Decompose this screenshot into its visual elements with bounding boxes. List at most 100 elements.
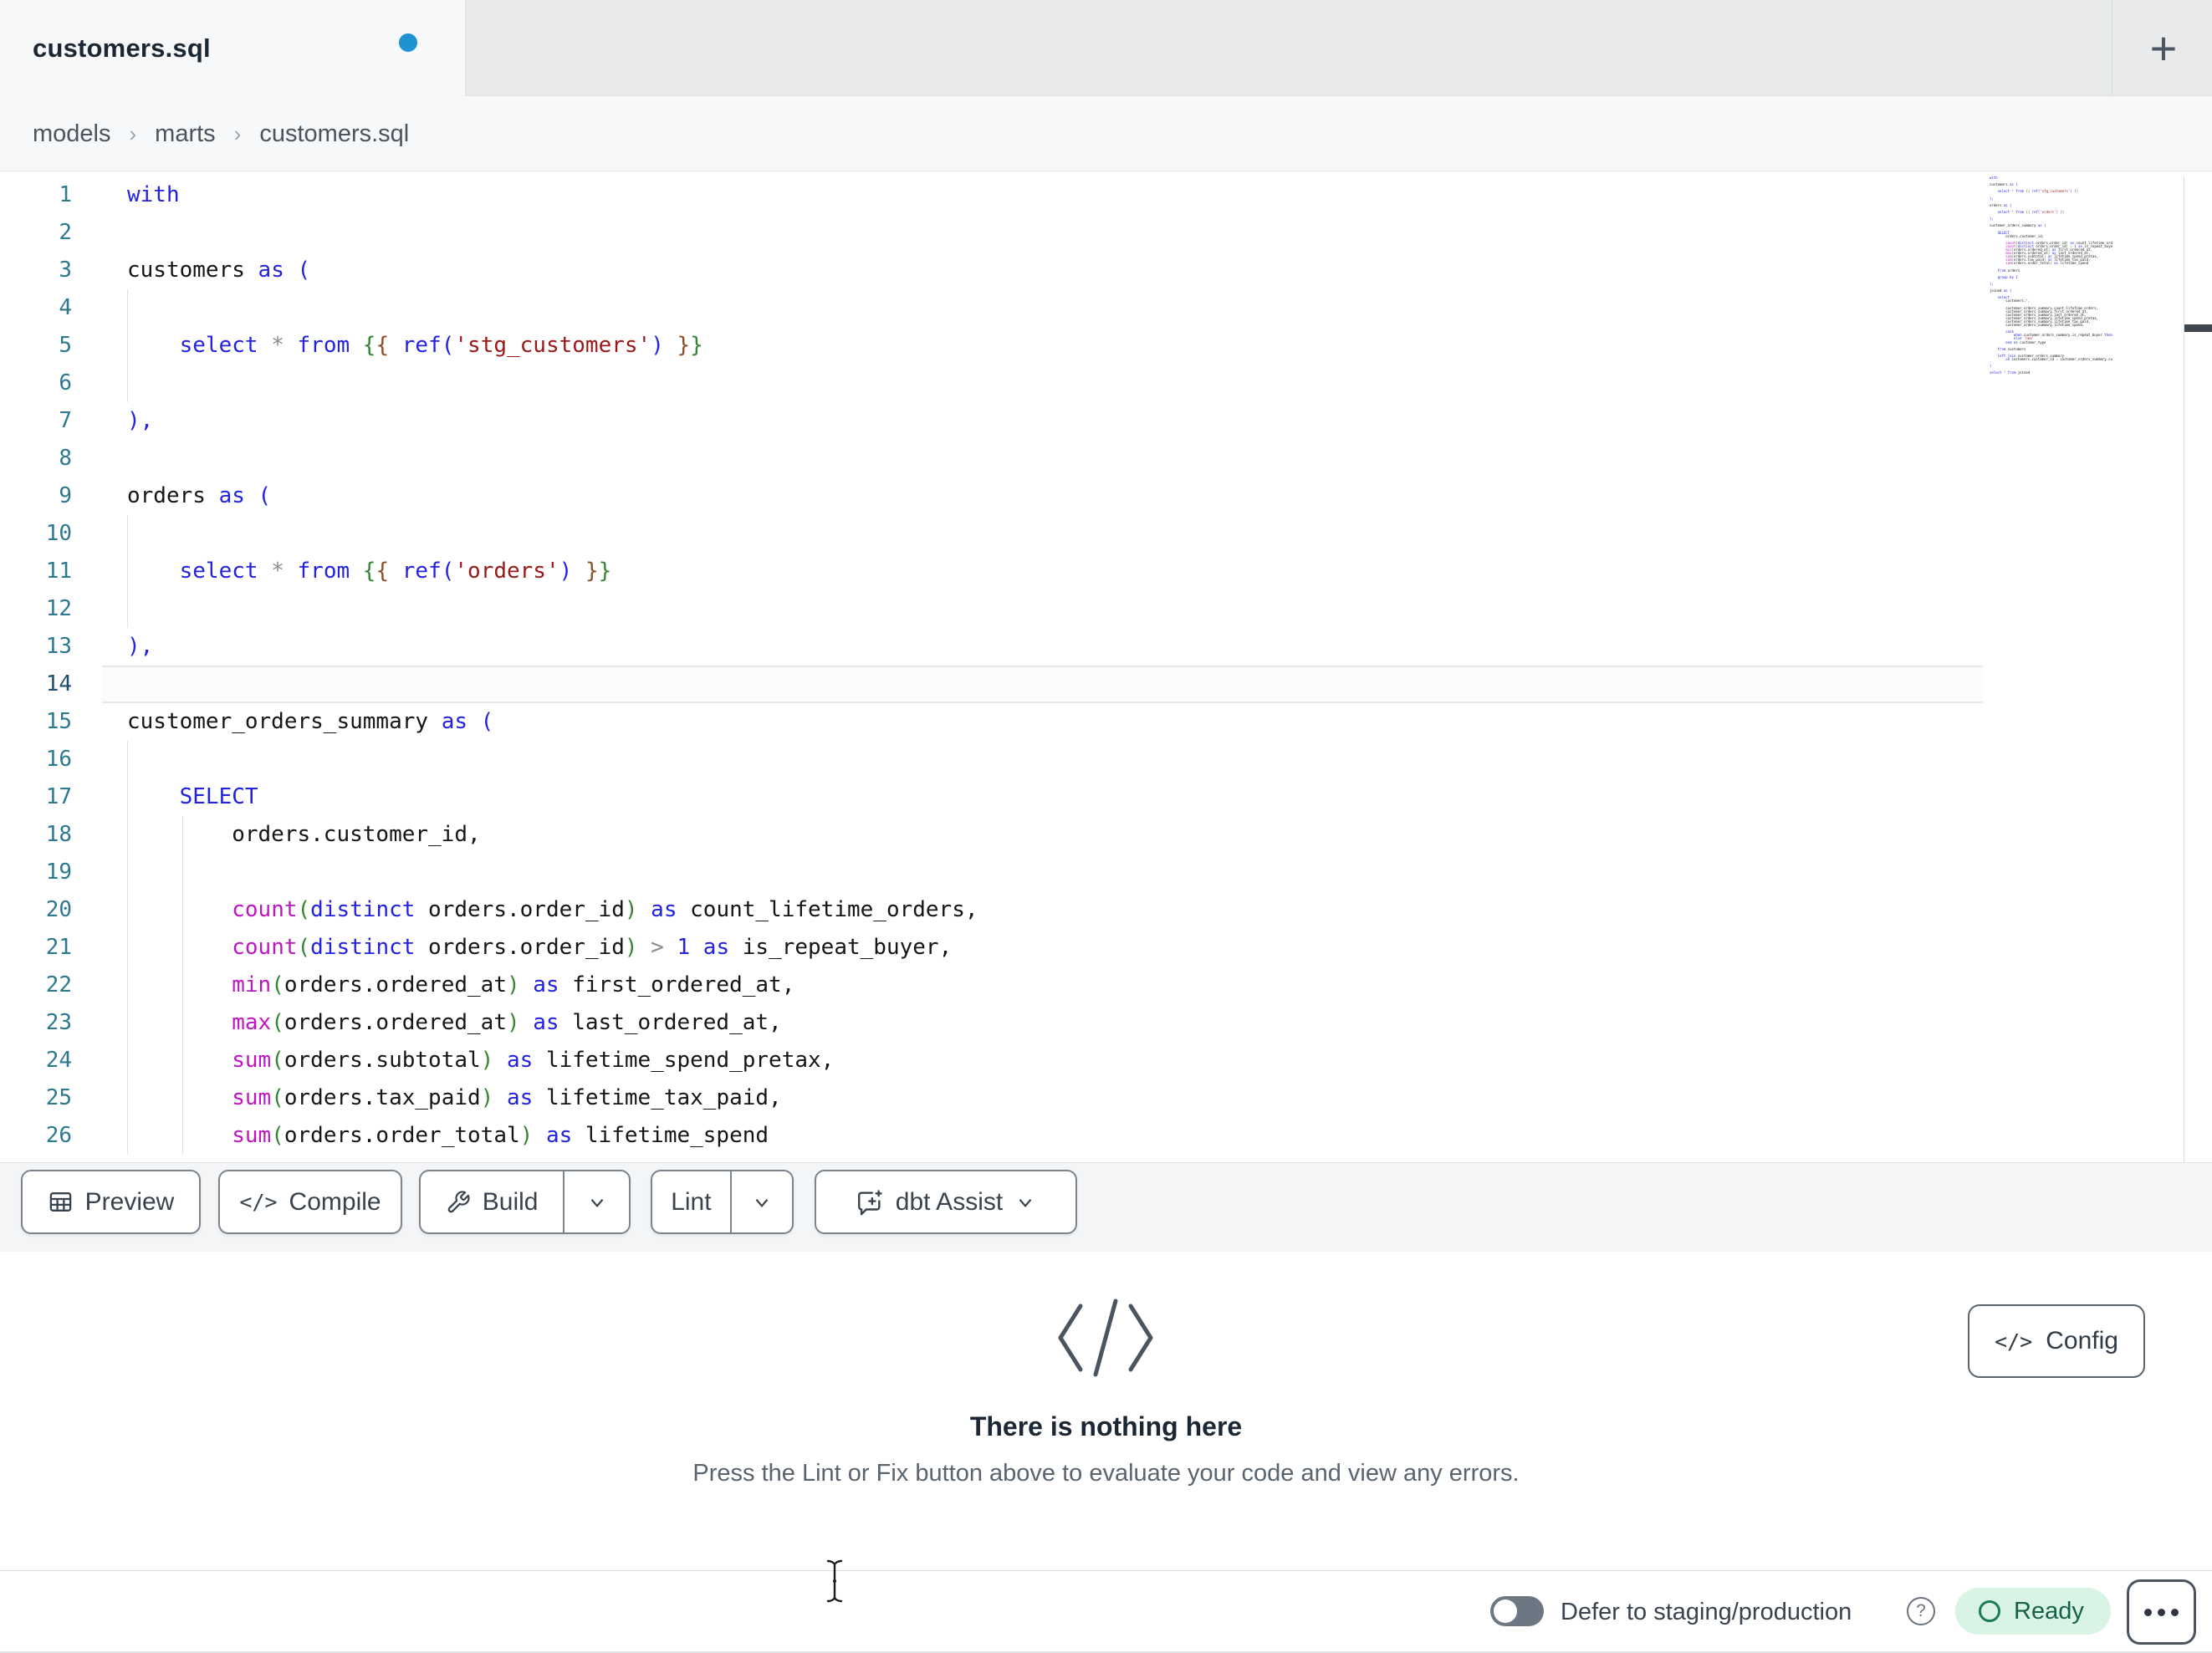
line-number: 13 bbox=[45, 634, 72, 659]
code-line[interactable]: ), bbox=[127, 402, 978, 440]
editor-minimap[interactable]: with customers as ( select * from {{ ref… bbox=[1990, 176, 2112, 375]
lint-label: Lint bbox=[671, 1187, 712, 1216]
breadcrumb-models[interactable]: models bbox=[33, 120, 111, 148]
code-line[interactable] bbox=[127, 440, 978, 477]
line-number: 8 bbox=[59, 446, 72, 471]
code-quality-panel: There is nothing here Press the Lint or … bbox=[0, 1252, 2212, 1570]
line-number: 23 bbox=[45, 1010, 72, 1035]
code-line[interactable]: count(distinct orders.order_id) > 1 as i… bbox=[127, 929, 978, 967]
line-number: 5 bbox=[59, 333, 72, 358]
line-number: 18 bbox=[45, 822, 72, 847]
code-line[interactable]: sum(orders.subtotal) as lifetime_spend_p… bbox=[127, 1042, 978, 1079]
chevron-right-icon: › bbox=[129, 120, 137, 146]
line-number: 24 bbox=[45, 1048, 72, 1073]
chevron-down-icon bbox=[1019, 1198, 1032, 1207]
code-line[interactable]: max(orders.ordered_at) as last_ordered_a… bbox=[127, 1004, 978, 1042]
code-line[interactable]: SELECT bbox=[127, 778, 978, 816]
code-line[interactable]: orders.customer_id, bbox=[127, 816, 978, 854]
code-line[interactable] bbox=[127, 666, 978, 703]
empty-state-title: There is nothing here bbox=[969, 1411, 1243, 1441]
code-line[interactable]: sum(orders.tax_paid) as lifetime_tax_pai… bbox=[127, 1079, 978, 1117]
new-tab-button[interactable]: + bbox=[2131, 15, 2196, 80]
code-line[interactable] bbox=[127, 289, 978, 327]
action-bar: Preview </> Compile Build Lint dbt Assis… bbox=[0, 1162, 2212, 1252]
ready-label: Ready bbox=[2014, 1597, 2084, 1625]
code-line[interactable]: select * from {{ ref('orders') }} bbox=[127, 553, 978, 590]
help-icon[interactable]: ? bbox=[1907, 1597, 1935, 1625]
status-circle-icon bbox=[1979, 1600, 2000, 1622]
line-number: 6 bbox=[59, 370, 72, 395]
line-number: 3 bbox=[59, 258, 72, 283]
code-line[interactable]: min(orders.ordered_at) as first_ordered_… bbox=[127, 967, 978, 1004]
table-icon bbox=[49, 1192, 71, 1212]
line-number: 7 bbox=[59, 408, 72, 433]
chevron-right-icon: › bbox=[233, 120, 242, 146]
line-number: 22 bbox=[45, 972, 72, 997]
unsaved-changes-dot-icon bbox=[399, 33, 417, 52]
status-bar: Defer to staging/production ? Ready bbox=[0, 1570, 2212, 1653]
line-number: 21 bbox=[45, 935, 72, 960]
lint-button[interactable]: Lint bbox=[652, 1171, 730, 1232]
line-number: 1 bbox=[59, 182, 72, 207]
line-number: 14 bbox=[45, 671, 72, 696]
lint-split-button: Lint bbox=[651, 1170, 794, 1234]
chevron-down-icon bbox=[755, 1198, 769, 1207]
defer-label: Defer to staging/production bbox=[1561, 1599, 1852, 1625]
ready-status-badge[interactable]: Ready bbox=[1955, 1588, 2111, 1635]
code-line[interactable]: with bbox=[127, 176, 978, 214]
code-text[interactable]: with customers as ( select * from {{ ref… bbox=[127, 176, 978, 1155]
code-line[interactable]: count(distinct orders.order_id) as count… bbox=[127, 891, 978, 929]
dot-icon bbox=[2171, 1608, 2179, 1616]
dbt-assist-button[interactable]: dbt Assist bbox=[815, 1170, 1077, 1234]
preview-button[interactable]: Preview bbox=[21, 1170, 201, 1234]
dot-icon bbox=[2144, 1608, 2152, 1616]
line-number: 9 bbox=[59, 483, 72, 508]
breadcrumb: models › marts › customers.sql bbox=[33, 96, 409, 171]
compile-button[interactable]: </> Compile bbox=[218, 1170, 402, 1234]
config-button[interactable]: </> Config bbox=[1968, 1304, 2145, 1378]
line-number: 15 bbox=[45, 709, 72, 734]
defer-toggle[interactable] bbox=[1490, 1596, 1544, 1626]
line-number: 17 bbox=[45, 784, 72, 809]
code-line[interactable]: sum(orders.order_total) as lifetime_spen… bbox=[127, 1117, 978, 1155]
code-line[interactable]: ), bbox=[127, 628, 978, 666]
editor-tab-bar: + customers.sql bbox=[0, 0, 2212, 97]
code-line[interactable] bbox=[127, 854, 978, 891]
code-line[interactable]: customer_orders_summary as ( bbox=[127, 703, 978, 741]
code-icon: </> bbox=[1995, 1329, 2033, 1354]
line-number: 20 bbox=[45, 897, 72, 922]
code-line[interactable] bbox=[127, 590, 978, 628]
breadcrumb-file: customers.sql bbox=[259, 120, 410, 147]
tab-title: customers.sql bbox=[33, 33, 211, 63]
lint-options-button[interactable] bbox=[732, 1171, 792, 1232]
code-line[interactable] bbox=[127, 365, 978, 402]
build-button[interactable]: Build bbox=[421, 1171, 563, 1232]
scrollbar-marker[interactable] bbox=[2184, 324, 2212, 332]
breadcrumb-bar: models › marts › customers.sql Save bbox=[0, 96, 2212, 265]
more-options-button[interactable] bbox=[2127, 1579, 2196, 1645]
line-number: 2 bbox=[59, 220, 72, 245]
tab-customers-sql[interactable]: customers.sql bbox=[0, 0, 466, 97]
code-line[interactable]: select * from {{ ref('stg_customers') }} bbox=[127, 327, 978, 365]
line-number: 19 bbox=[45, 860, 72, 885]
code-editor[interactable]: 1 2 3 4 5 6 7 8 9 10 11 12 13 14 15 16 17 18 19 20 21 22 23 24 2… bbox=[0, 171, 2212, 1162]
line-number: 4 bbox=[59, 295, 72, 320]
code-line[interactable] bbox=[127, 214, 978, 252]
code-line[interactable]: orders as ( bbox=[127, 477, 978, 515]
build-options-button[interactable] bbox=[564, 1171, 629, 1232]
code-line[interactable] bbox=[127, 515, 978, 553]
plus-icon: + bbox=[2149, 21, 2178, 74]
build-split-button: Build bbox=[419, 1170, 631, 1234]
toggle-knob bbox=[1494, 1599, 1517, 1623]
assist-sparkle-chat-icon bbox=[857, 1189, 882, 1215]
chevron-down-icon bbox=[590, 1198, 603, 1207]
preview-label: Preview bbox=[84, 1187, 175, 1216]
build-label: Build bbox=[482, 1187, 539, 1216]
code-line[interactable]: customers as ( bbox=[127, 252, 978, 289]
line-number: 26 bbox=[45, 1123, 72, 1148]
line-number-gutter: 1 2 3 4 5 6 7 8 9 10 11 12 13 14 15 16 17 18 19 20 21 22 23 24 2… bbox=[0, 176, 72, 1155]
compile-label: Compile bbox=[289, 1187, 381, 1216]
code-line[interactable] bbox=[127, 741, 978, 778]
breadcrumb-marts[interactable]: marts bbox=[155, 120, 216, 148]
ibeam-cursor-icon bbox=[826, 1559, 843, 1603]
